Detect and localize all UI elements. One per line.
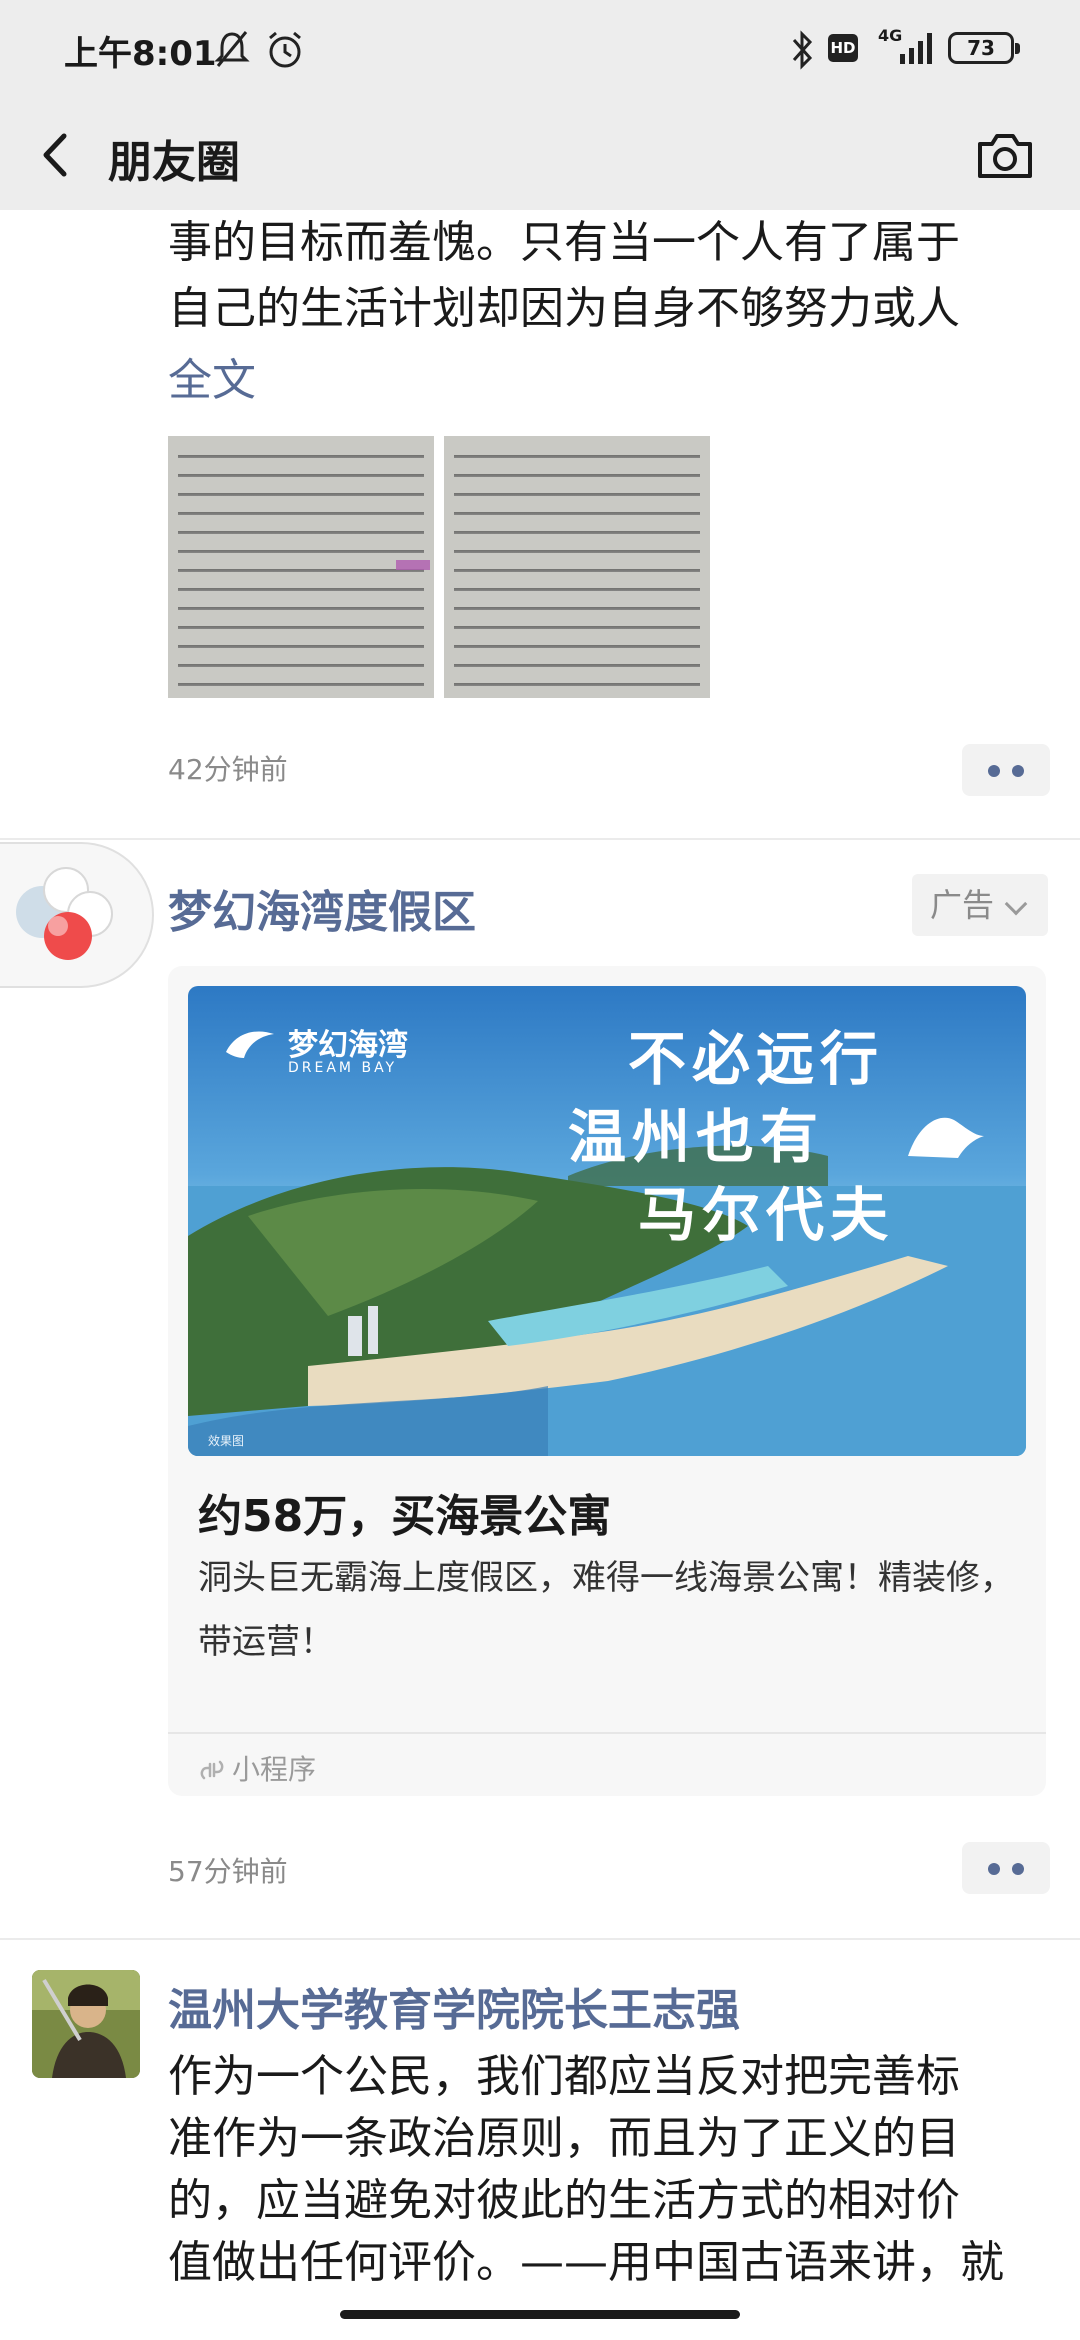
post-text-line: 的，应当避免对彼此的生活方式的相对价 (168, 2175, 960, 2226)
ad-banner-image[interactable]: 梦幻海湾 DREAM BAY 不必远行 温州也有 马尔代夫 效果图 (188, 986, 1026, 1456)
dot-icon (988, 765, 1000, 777)
dot-icon (988, 1863, 1000, 1875)
poster-name[interactable]: 温州大学教育学院院长王志强 (168, 1974, 740, 2038)
photo-text-texture (178, 446, 424, 688)
post-text: 作为一个公民，我们都应当反对把完善标 准作为一条政治原则，而且为了正义的目 的，… (168, 2046, 1048, 2294)
post-photo[interactable] (444, 436, 710, 698)
mini-program-label: 小程序 (198, 1748, 316, 1788)
divider (0, 1938, 1080, 1940)
brand-name-en: DREAM BAY (288, 1060, 398, 1076)
full-text-link[interactable]: 全文 (168, 344, 256, 408)
post-photo[interactable] (168, 436, 434, 698)
ad-headline: 约58万，买海景公寓 (198, 1491, 612, 1542)
post-text-line: 准作为一条政治原则，而且为了正义的目 (168, 2113, 960, 2164)
camera-icon[interactable] (970, 122, 1040, 188)
photo-text-texture (454, 446, 700, 688)
more-actions-button[interactable] (962, 1842, 1050, 1894)
mute-bell-icon (214, 30, 250, 74)
post-text-line: 事的目标而羞愧。只有当一个人有了属于 (168, 217, 960, 268)
post-text-line: 自己的生活计划却因为自身不够努力或人 (168, 283, 960, 334)
mini-program-text: 小程序 (232, 1753, 317, 1786)
bluetooth-icon (790, 30, 814, 74)
hd-icon: HD (828, 34, 858, 62)
ad-card[interactable]: 梦幻海湾 DREAM BAY 不必远行 温州也有 马尔代夫 效果图 约58万，买… (168, 966, 1046, 1796)
wave-logo-icon (226, 1031, 274, 1058)
post-time: 57分钟前 (168, 1855, 288, 1888)
post-text-line: 作为一个公民，我们都应当反对把完善标 (168, 2051, 960, 2102)
ad-badge[interactable]: 广告 (912, 874, 1048, 936)
divider (0, 838, 1080, 840)
signal-icon (898, 30, 938, 70)
banner-caption: 效果图 (208, 1434, 245, 1448)
slogan-line: 温州也有 (568, 1103, 825, 1171)
floating-window-widget[interactable] (0, 842, 154, 988)
brand-name: 梦幻海湾 (288, 1028, 408, 1063)
post-text-line: 值做出任何评价。——用中国古语来讲，就 (168, 2237, 1004, 2288)
stingray-icon (908, 1117, 984, 1158)
post-text: 事的目标而羞愧。只有当一个人有了属于 自己的生活计划却因为自身不够努力或人 (168, 210, 1028, 342)
dot-icon (1012, 1863, 1024, 1875)
floating-bubbles-icon (16, 867, 113, 960)
dot-icon (1012, 765, 1024, 777)
ad-badge-label: 广告 (930, 886, 995, 924)
chevron-down-icon (1004, 892, 1028, 916)
avatar[interactable] (32, 1970, 140, 2078)
battery-indicator: 73 (948, 32, 1020, 64)
nav-bar: 朋友圈 (0, 100, 1080, 210)
home-indicator[interactable] (340, 2310, 740, 2319)
post-time: 42分钟前 (168, 753, 288, 786)
avatar-image (32, 1970, 140, 2078)
slogan-line: 不必远行 (628, 1025, 885, 1093)
ad-description: 洞头巨无霸海上度假区，难得一线海景公寓！精装修，带运营！ (198, 1558, 1014, 1662)
status-time: 上午8:01 (64, 34, 217, 74)
page-title: 朋友圈 (108, 137, 240, 188)
slogan-line: 马尔代夫 (638, 1181, 895, 1249)
divider (168, 1732, 1046, 1734)
more-actions-button[interactable] (962, 744, 1050, 796)
status-bar: 上午8:01 HD 4G 73 (0, 0, 1080, 100)
alarm-icon (266, 30, 304, 74)
mini-program-icon (200, 1760, 224, 1780)
back-button[interactable] (30, 122, 90, 188)
advertiser-name[interactable]: 梦幻海湾度假区 (168, 876, 476, 940)
photo-highlight (396, 560, 430, 570)
